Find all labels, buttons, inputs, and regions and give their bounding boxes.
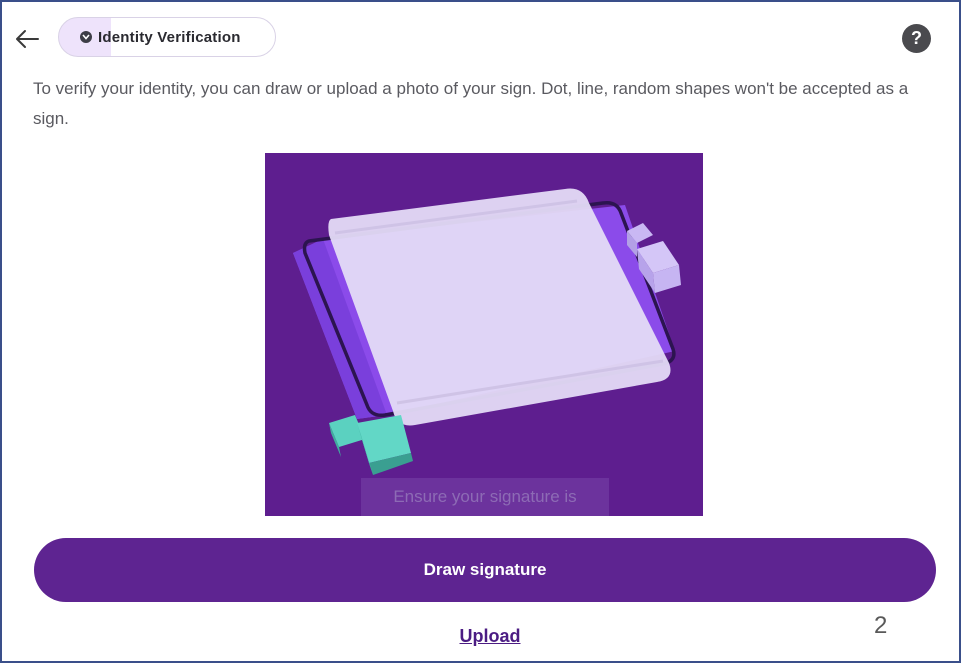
chevron-down-circle-icon	[80, 31, 92, 43]
question-circle-icon: ?	[911, 28, 922, 48]
help-button[interactable]: ?	[902, 24, 931, 53]
illustration-caption: Ensure your signature is	[361, 478, 609, 516]
upload-link[interactable]: Upload	[440, 626, 540, 647]
page-number: 2	[874, 612, 888, 639]
signature-illustration: Ensure your signature is	[265, 153, 703, 516]
back-button[interactable]	[12, 24, 42, 54]
signature-pad-graphic	[293, 188, 681, 475]
instruction-text: To verify your identity, you can draw or…	[33, 79, 909, 128]
chip-label: Identity Verification	[98, 28, 241, 46]
identity-verification-chip[interactable]: Identity Verification	[58, 17, 276, 57]
arrow-left-icon	[16, 30, 39, 48]
draw-signature-button[interactable]: Draw signature	[34, 538, 936, 602]
draw-signature-label: Draw signature	[423, 560, 547, 579]
